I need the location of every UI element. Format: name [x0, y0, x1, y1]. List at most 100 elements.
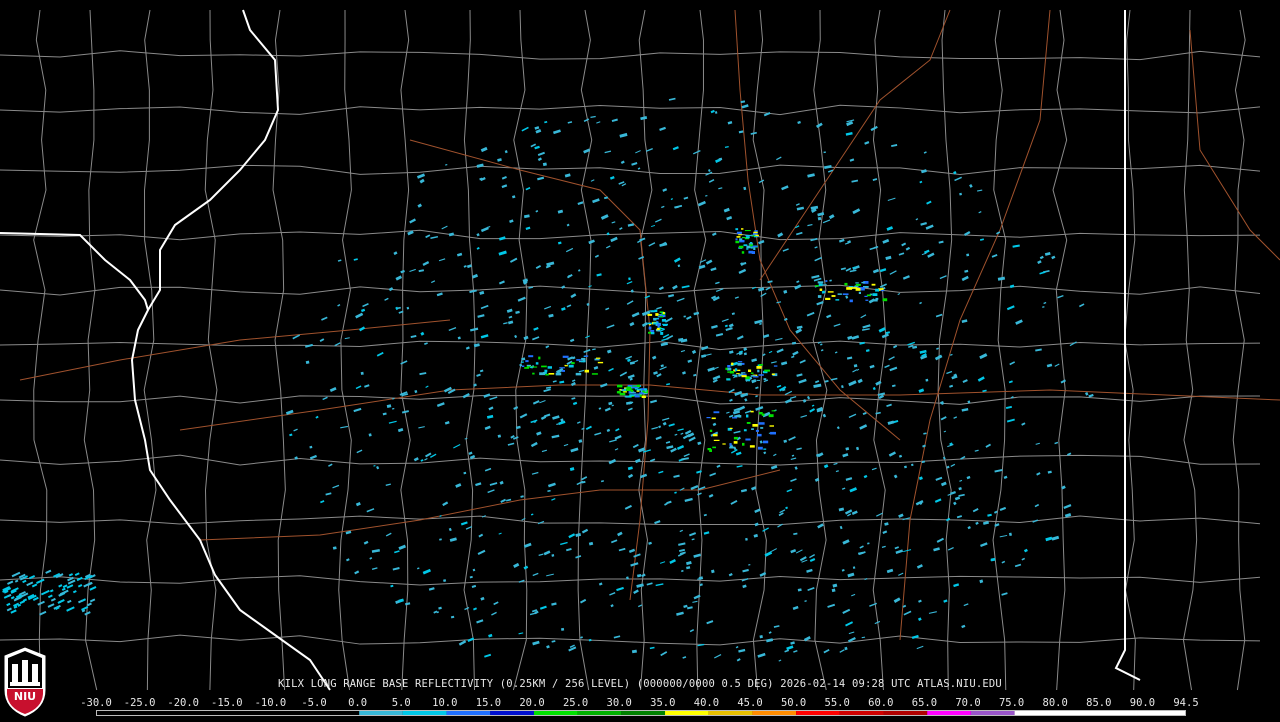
echo-core [768, 414, 774, 418]
echo-cell [652, 355, 657, 360]
echo-cell [83, 581, 93, 588]
echo-cell [849, 269, 857, 273]
colorbar-tick-label: -15.0 [210, 697, 243, 709]
echo-cell [783, 289, 788, 294]
echo-core [749, 242, 753, 244]
echo-cell [648, 541, 652, 545]
echo-cell [916, 645, 924, 650]
echo-cell [585, 425, 592, 431]
echo-core [581, 360, 584, 363]
echo-cell [903, 610, 912, 616]
echo-cell [655, 436, 662, 441]
echo-cell [626, 300, 634, 305]
echo-cell [486, 414, 494, 419]
echo-cell [1069, 341, 1077, 347]
echo-cell [721, 318, 729, 323]
echo-cell [569, 338, 575, 343]
echo-core [639, 392, 644, 394]
echo-cell [45, 569, 52, 574]
echo-cell [376, 465, 380, 470]
echo-cell [807, 223, 813, 227]
echo-cell [724, 145, 729, 149]
colorbar [96, 710, 1186, 716]
echo-cell [742, 584, 747, 589]
echo-core [732, 417, 738, 419]
echo-cell [636, 573, 642, 578]
echo-cell [889, 366, 898, 372]
echo-cell [693, 311, 700, 316]
echo-cell [798, 378, 807, 384]
echo-cell [1060, 379, 1067, 384]
echo-cell [953, 416, 958, 419]
colorbar-tick-label: 5.0 [391, 697, 411, 709]
echo-cell [329, 387, 337, 393]
echo-cell [1009, 361, 1016, 366]
echo-core [530, 367, 533, 369]
echo-cell [368, 433, 372, 437]
echo-cell [548, 313, 554, 318]
echo-core [815, 285, 819, 287]
echo-core [758, 374, 764, 376]
echo-cell [1063, 504, 1072, 509]
echo-cell [564, 173, 571, 178]
echo-cell [697, 200, 707, 207]
echo-cell [757, 652, 766, 658]
echo-cell [609, 175, 615, 180]
echo-cell [848, 631, 855, 635]
echo-cell [759, 322, 762, 326]
echo-cell [888, 356, 895, 361]
echo-cell [735, 645, 739, 649]
echo-cell [665, 441, 671, 444]
echo-cell [658, 470, 664, 474]
state-border [0, 232, 149, 311]
echo-cell [488, 633, 493, 638]
echo-cell [849, 158, 855, 162]
colorbar-segment [402, 711, 447, 715]
echo-cell [690, 484, 699, 490]
echo-cell [521, 126, 529, 132]
echo-cell [759, 634, 763, 639]
echo-cell [651, 224, 656, 228]
echo-core [753, 376, 759, 378]
echo-core [755, 429, 759, 432]
echo-core [741, 372, 746, 374]
echo-cell [1008, 532, 1012, 537]
echo-cell [707, 169, 711, 172]
echo-cell [813, 383, 822, 389]
echo-cell [476, 619, 484, 624]
echo-cell [961, 319, 968, 323]
echo-cell [692, 150, 701, 155]
echo-core [849, 299, 853, 303]
echo-cell [916, 564, 923, 569]
echo-cell [89, 586, 97, 591]
echo-cell [775, 337, 783, 341]
echo-cell [522, 278, 529, 283]
echo-core [729, 443, 732, 446]
echo-cell [382, 412, 387, 416]
echo-core [660, 316, 663, 318]
echo-cell [882, 530, 888, 534]
echo-cell [706, 620, 714, 625]
echo-cell [679, 548, 685, 552]
echo-core [619, 389, 622, 391]
echo-cell [679, 529, 683, 533]
echo-cell [547, 482, 556, 488]
echo-cell [795, 203, 800, 206]
echo-cell [553, 129, 561, 135]
echo-core [745, 236, 750, 239]
echo-cell [804, 600, 807, 603]
echo-cell [852, 566, 856, 569]
echo-cell [598, 407, 602, 410]
echo-cell [638, 604, 643, 608]
echo-cell [743, 352, 747, 356]
echo-cell [823, 648, 830, 654]
echo-cell [677, 264, 681, 268]
colorbar-tick-label: 50.0 [780, 697, 807, 709]
colorbar-segment [708, 711, 753, 715]
echo-cell [627, 223, 635, 227]
echo-cell [473, 607, 477, 611]
echo-cell [828, 214, 835, 220]
echo-cell [894, 546, 899, 550]
echo-cell [938, 240, 944, 244]
echo-cell [855, 446, 860, 451]
